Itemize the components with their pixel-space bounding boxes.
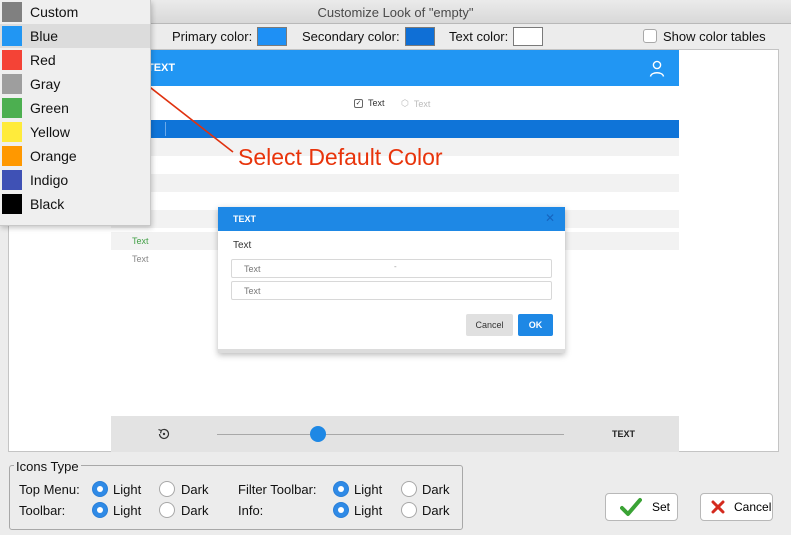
menu-item-red[interactable]: Red	[0, 48, 150, 72]
menu-item-label: Yellow	[30, 124, 70, 140]
menu-item-blue[interactable]: Blue	[0, 24, 150, 48]
menu-item-gray[interactable]: Gray	[0, 72, 150, 96]
menu-item-label: Orange	[30, 148, 77, 164]
menu-item-black[interactable]: Black	[0, 192, 150, 216]
color-swatch	[2, 122, 22, 142]
toolbar-light-radio[interactable]	[92, 502, 108, 518]
color-swatch	[2, 2, 22, 22]
x-icon	[711, 500, 725, 514]
info-dark-label: Dark	[422, 503, 450, 518]
icons-type-title: Icons Type	[14, 459, 81, 474]
info-dark-radio[interactable]	[401, 502, 417, 518]
info-light-label: Light	[354, 503, 383, 518]
toolbar-dark-label: Dark	[181, 503, 209, 518]
filter-toolbar-dark-radio[interactable]	[401, 481, 417, 497]
filter-toolbar-label: Filter Toolbar:	[238, 482, 317, 497]
menu-item-label: Black	[30, 196, 65, 212]
top-menu-dark-radio[interactable]	[159, 481, 175, 497]
color-swatch	[2, 26, 22, 46]
toolbar-dark-radio[interactable]	[159, 502, 175, 518]
set-button-label: Set	[652, 500, 671, 514]
info-label: Info:	[238, 503, 264, 518]
annotation-text: Select Default Color	[238, 144, 443, 170]
info-light-radio[interactable]	[333, 502, 349, 518]
toolbar-light-label: Light	[113, 503, 142, 518]
set-button[interactable]: Set	[605, 493, 678, 521]
color-swatch	[2, 170, 22, 190]
menu-item-green[interactable]: Green	[0, 96, 150, 120]
color-swatch	[2, 50, 22, 70]
color-swatch	[2, 194, 22, 214]
menu-item-orange[interactable]: Orange	[0, 144, 150, 168]
menu-item-yellow[interactable]: Yellow	[0, 120, 150, 144]
filter-toolbar-light-label: Light	[354, 482, 383, 497]
menu-item-label: Indigo	[30, 172, 69, 188]
cancel-button-label: Cancel	[734, 500, 772, 514]
cancel-button[interactable]: Cancel	[700, 493, 773, 521]
checkmark-icon	[620, 498, 642, 516]
customize-look-window: Customize Look of "empty" Primary color:…	[0, 0, 791, 535]
filter-toolbar-dark-label: Dark	[422, 482, 450, 497]
icons-type-group	[9, 465, 463, 530]
menu-item-custom[interactable]: Custom	[0, 0, 150, 24]
menu-item-label: Custom	[30, 4, 79, 20]
default-color-menu: Custom Blue Red Gray Green Yellow Orange	[0, 0, 151, 226]
menu-item-label: Blue	[30, 28, 59, 44]
color-swatch	[2, 74, 22, 94]
toolbar-label: Toolbar:	[19, 503, 66, 518]
menu-item-label: Gray	[30, 76, 61, 92]
menu-item-label: Red	[30, 52, 56, 68]
top-menu-light-radio[interactable]	[92, 481, 108, 497]
top-menu-label: Top Menu:	[19, 482, 80, 497]
menu-item-label: Green	[30, 100, 69, 116]
top-menu-dark-label: Dark	[181, 482, 209, 497]
menu-item-indigo[interactable]: Indigo	[0, 168, 150, 192]
filter-toolbar-light-radio[interactable]	[333, 481, 349, 497]
top-menu-light-label: Light	[113, 482, 142, 497]
color-swatch	[2, 98, 22, 118]
color-swatch	[2, 146, 22, 166]
